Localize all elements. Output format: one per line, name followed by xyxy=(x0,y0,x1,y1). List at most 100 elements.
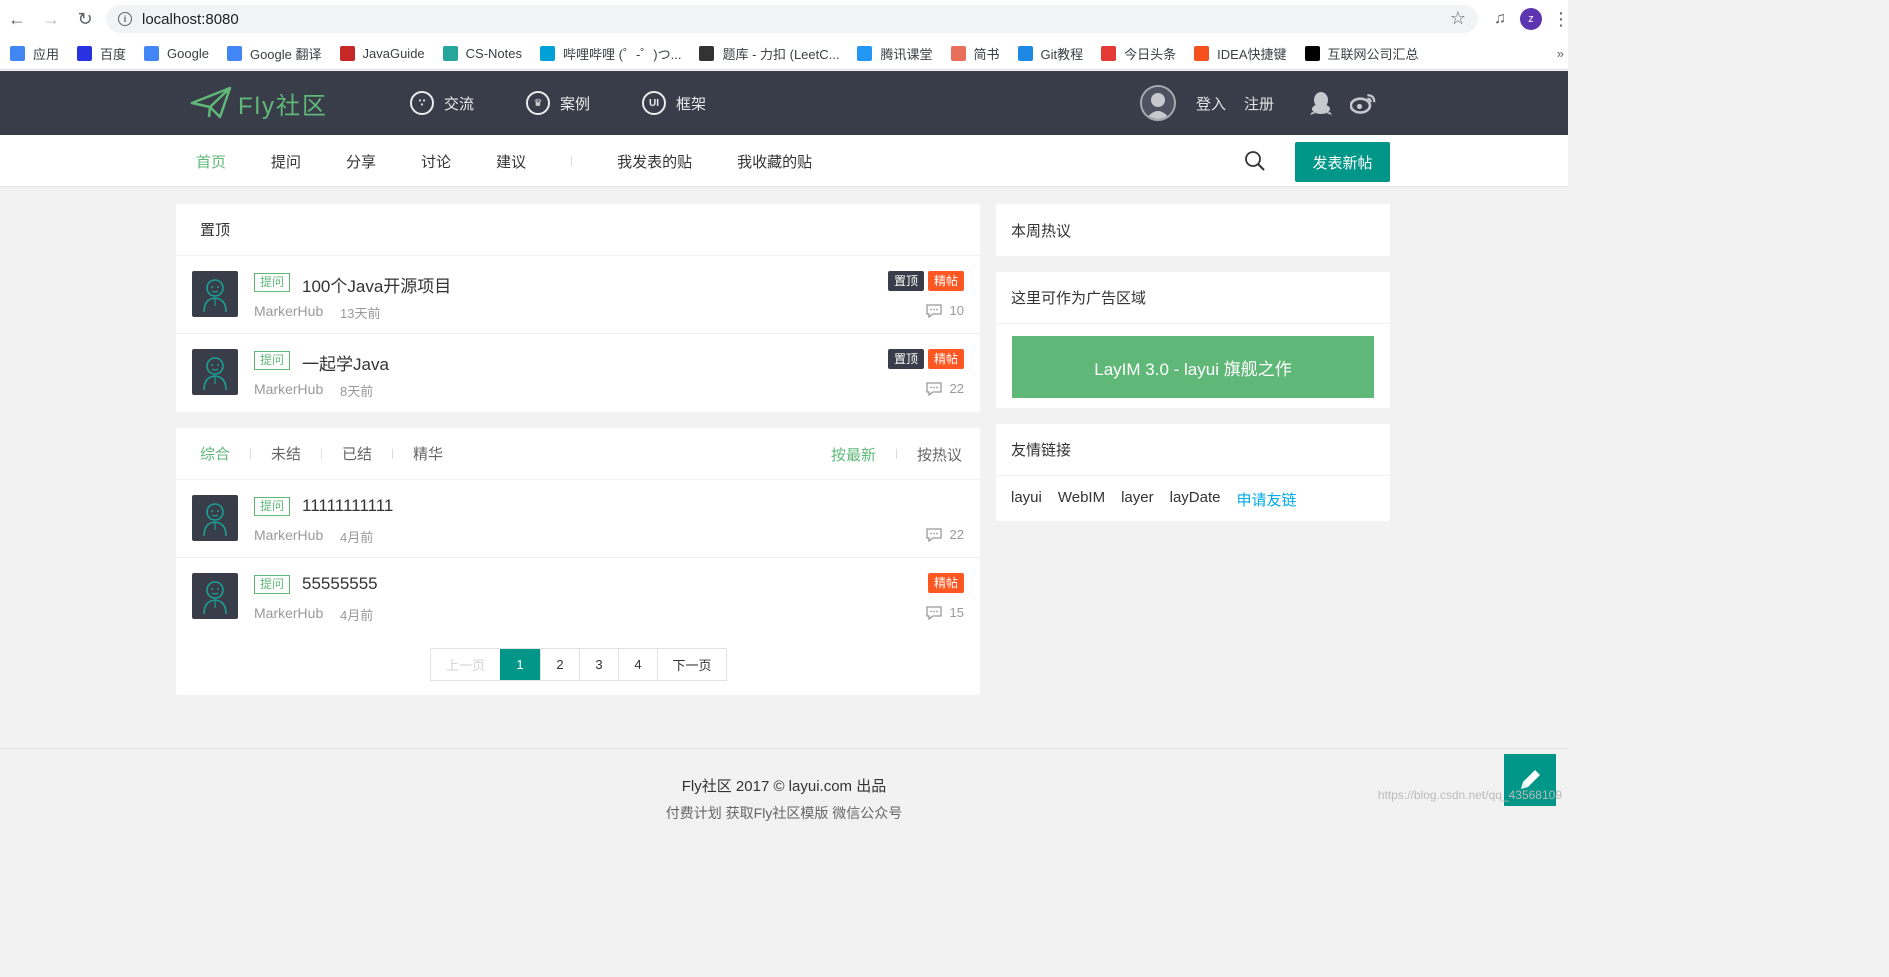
filter-tab[interactable]: 已结 xyxy=(342,443,372,464)
category-tag[interactable]: 提问 xyxy=(254,575,291,594)
friend-link[interactable]: layDate xyxy=(1170,489,1221,510)
post-title[interactable]: 100个Java开源项目 xyxy=(302,272,451,297)
bookmark-label[interactable]: 题库 - 力扣 (LeetC... xyxy=(722,44,839,63)
bookmarks-overflow-icon[interactable]: » xyxy=(1557,46,1564,61)
bookmark-label[interactable]: 简书 xyxy=(974,44,1000,63)
column-tab[interactable]: 讨论 xyxy=(421,151,451,172)
author-avatar[interactable] xyxy=(192,573,238,619)
post-title[interactable]: 11111111111 xyxy=(302,496,393,516)
sort-divider xyxy=(895,449,897,459)
category-tag[interactable]: 提问 xyxy=(254,497,291,516)
search-icon[interactable] xyxy=(1244,150,1266,172)
column-tab[interactable]: 首页 xyxy=(196,151,226,172)
bookmark-label[interactable]: 哔哩哔哩 (゜-゜)つ... xyxy=(563,44,681,63)
friend-link[interactable]: layer xyxy=(1121,489,1154,510)
filter-divider xyxy=(392,448,394,459)
user-tab[interactable]: 我收藏的贴 xyxy=(737,151,812,172)
author-name[interactable]: MarkerHub xyxy=(254,381,323,397)
bilibili-tv-icon xyxy=(540,46,556,61)
bookmark-label[interactable]: CS-Notes xyxy=(466,46,522,61)
user-avatar-icon[interactable] xyxy=(1140,85,1176,121)
nav-item[interactable]: UI 框架 xyxy=(642,91,706,115)
bookmark-label[interactable]: Google 翻译 xyxy=(250,44,322,63)
bookmark-label[interactable]: 互联网公司汇总 xyxy=(1328,44,1419,63)
bookmark-item[interactable]: 应用 xyxy=(10,44,59,63)
filter-tab[interactable]: 未结 xyxy=(271,443,301,464)
reload-icon[interactable]: ↻ xyxy=(68,0,102,38)
bookmark-item[interactable]: 互联网公司汇总 xyxy=(1304,44,1419,63)
category-tag[interactable]: 提问 xyxy=(254,351,291,370)
bookmark-item[interactable]: Git教程 xyxy=(1017,44,1084,63)
profile-avatar[interactable]: z xyxy=(1520,8,1542,30)
bookmark-label[interactable]: JavaGuide xyxy=(363,46,425,61)
bookmark-item[interactable]: JavaGuide xyxy=(339,46,425,61)
bookmark-item[interactable]: 哔哩哔哩 (゜-゜)つ... xyxy=(540,44,681,63)
footer-links[interactable]: 付费计划 获取Fly社区模版 微信公众号 xyxy=(0,803,1568,823)
page-number[interactable]: 2 xyxy=(540,649,579,680)
bookmark-item[interactable]: 百度 xyxy=(77,44,126,63)
bookmark-label[interactable]: 今日头条 xyxy=(1124,44,1176,63)
qq-icon[interactable] xyxy=(1308,90,1334,116)
post-title[interactable]: 一起学Java xyxy=(302,350,389,375)
page-number[interactable]: 4 xyxy=(618,649,657,680)
nav-item[interactable]: ∵ 交流 xyxy=(410,91,474,115)
back-arrow-icon[interactable]: ← xyxy=(0,0,34,38)
new-post-button[interactable]: 发表新帖 xyxy=(1295,142,1390,182)
page-number[interactable]: 1 xyxy=(500,649,540,680)
info-icon[interactable]: i xyxy=(118,12,132,26)
bookmark-label[interactable]: Git教程 xyxy=(1041,44,1084,63)
post-title[interactable]: 55555555 xyxy=(302,574,378,594)
prev-page-button[interactable]: 上一页 xyxy=(431,649,500,680)
bookmark-item[interactable]: IDEA快捷键 xyxy=(1194,44,1287,63)
user-tab[interactable]: 我发表的贴 xyxy=(617,151,692,172)
sort-option[interactable]: 按最新 xyxy=(831,444,876,465)
bookmark-label[interactable]: 应用 xyxy=(33,44,59,63)
author-avatar[interactable] xyxy=(192,271,238,317)
author-name[interactable]: MarkerHub xyxy=(254,527,323,543)
bookmark-label[interactable]: IDEA快捷键 xyxy=(1217,44,1286,63)
site-logo[interactable]: Fly社区 xyxy=(190,85,328,121)
author-name[interactable]: MarkerHub xyxy=(254,303,323,319)
bookmark-item[interactable]: 腾讯课堂 xyxy=(857,44,933,63)
bookmark-label[interactable]: 百度 xyxy=(100,44,126,63)
column-tab[interactable]: 建议 xyxy=(496,151,526,172)
bookmark-item[interactable]: 简书 xyxy=(950,44,1000,63)
friend-links-title: 友情链接 xyxy=(996,424,1390,476)
filter-tab[interactable]: 综合 xyxy=(200,443,230,464)
next-page-button[interactable]: 下一页 xyxy=(657,649,726,680)
column-tab[interactable]: 提问 xyxy=(271,151,301,172)
bookmark-star-icon[interactable]: ☆ xyxy=(1450,8,1466,29)
author-avatar[interactable] xyxy=(192,349,238,395)
page-number[interactable]: 3 xyxy=(579,649,618,680)
nav-item[interactable]: ♛ 案例 xyxy=(526,91,590,115)
footer-copyright: Fly社区 2017 © layui.com 出品 xyxy=(681,778,887,795)
sort-option[interactable]: 按热议 xyxy=(917,444,962,465)
bookmark-label[interactable]: 腾讯课堂 xyxy=(880,44,932,63)
login-link[interactable]: 登入 xyxy=(1196,93,1226,114)
bookmark-item[interactable]: Google 翻译 xyxy=(226,44,322,63)
author-name[interactable]: MarkerHub xyxy=(254,605,323,621)
apply-link[interactable]: 申请友链 xyxy=(1236,489,1296,510)
bookmark-item[interactable]: 题库 - 力扣 (LeetC... xyxy=(699,44,839,63)
filter-tab[interactable]: 精华 xyxy=(413,443,443,464)
column-tab[interactable]: 分享 xyxy=(346,151,376,172)
forward-arrow-icon[interactable]: → xyxy=(34,0,68,38)
register-link[interactable]: 注册 xyxy=(1244,93,1274,114)
kebab-menu-icon[interactable]: ⋮ xyxy=(1552,9,1570,30)
friend-link[interactable]: layui xyxy=(1011,489,1042,510)
author-avatar[interactable] xyxy=(192,495,238,541)
bookmark-label[interactable]: Google xyxy=(167,46,209,61)
status-badge: 精帖 xyxy=(927,573,964,593)
bookmark-item[interactable]: 今日头条 xyxy=(1101,44,1176,63)
post-badges: 精帖 xyxy=(924,573,964,593)
category-tag[interactable]: 提问 xyxy=(254,273,291,292)
bookmark-item[interactable]: CS-Notes xyxy=(442,46,522,61)
watermark: https://blog.csdn.net/qq_43568109 xyxy=(1377,788,1562,802)
bookmark-item[interactable]: Google xyxy=(144,46,209,61)
media-control-icon[interactable]: ♫ xyxy=(1494,10,1506,28)
weibo-icon[interactable] xyxy=(1350,90,1376,116)
ad-banner[interactable]: LayIM 3.0 - layui 旗舰之作 xyxy=(1012,336,1374,398)
address-bar[interactable]: i localhost:8080 ☆ xyxy=(106,5,1478,33)
friend-link[interactable]: WebIM xyxy=(1058,489,1105,510)
url-text[interactable]: localhost:8080 xyxy=(142,11,239,28)
